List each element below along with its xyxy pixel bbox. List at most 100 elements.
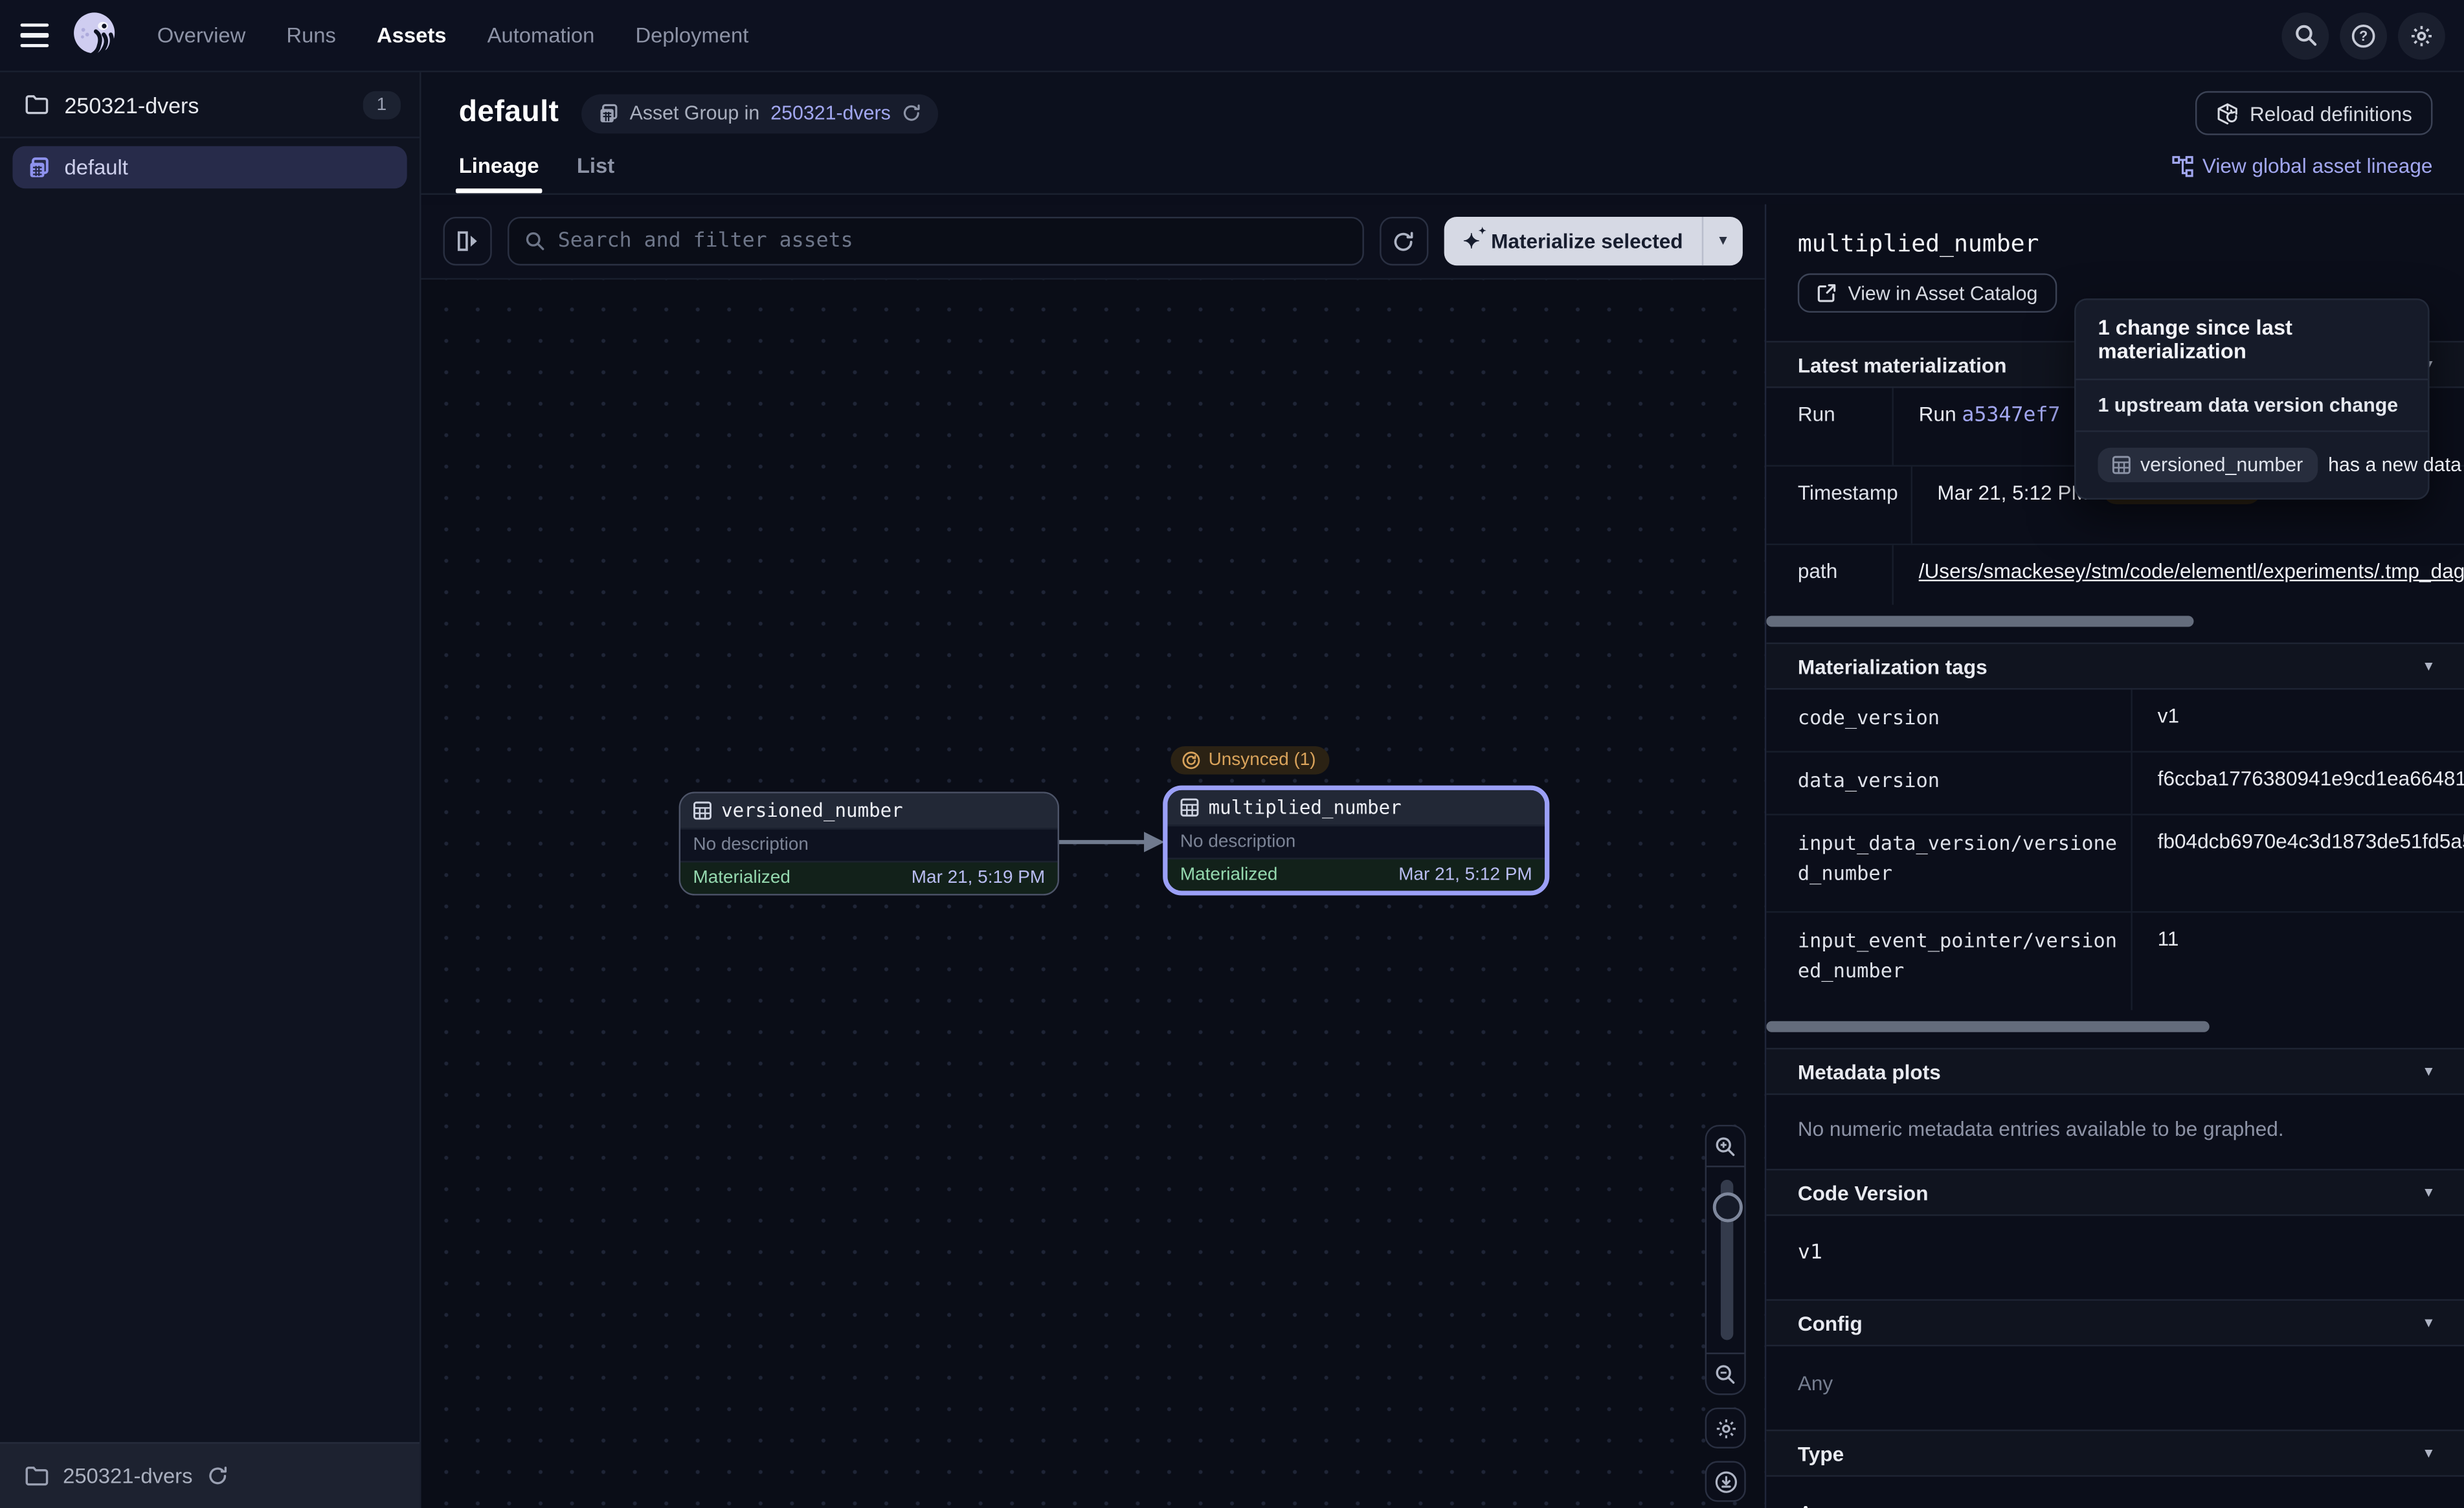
chevron-down-icon[interactable]: ▾ <box>2425 1314 2432 1331</box>
asset-node-title: versioned_number <box>721 799 903 821</box>
settings-gear-icon[interactable] <box>2398 12 2445 59</box>
code-location-link[interactable]: 250321-dvers <box>770 102 891 124</box>
sidebar-code-location[interactable]: 250321-dvers 1 <box>0 72 420 139</box>
section-heading: Config <box>1798 1311 1863 1335</box>
asset-node-title: multiplied_number <box>1209 797 1402 819</box>
section-heading: Metadata plots <box>1798 1059 1941 1083</box>
row-key: data_version <box>1766 753 2131 814</box>
search-input[interactable] <box>558 229 1347 252</box>
table-row: path /Users/smackesey/stm/code/elementl/… <box>1766 545 2464 604</box>
run-prefix: Run <box>1919 402 1962 425</box>
zoom-controls <box>1705 1125 1746 1395</box>
refresh-icon[interactable] <box>902 104 921 122</box>
asset-group-badge-text: Asset Group in <box>630 102 760 124</box>
refresh-icon[interactable] <box>207 1466 227 1487</box>
asset-search <box>508 217 1364 265</box>
search-icon <box>525 231 546 252</box>
folder-icon <box>25 1466 49 1487</box>
graph-settings-gear-icon[interactable] <box>1705 1408 1746 1448</box>
page-header: default Asset Group in 250321-dvers Relo… <box>421 72 2464 195</box>
tab-list[interactable]: List <box>577 154 614 194</box>
code-location-label: 250321-dvers <box>65 92 199 117</box>
sidebar-footer-location[interactable]: 250321-dvers <box>0 1442 420 1508</box>
section-metadata-plots[interactable]: Metadata plots ▾ <box>1766 1048 2464 1095</box>
table-row: input_event_pointer/versioned_number 11 <box>1766 913 2464 1010</box>
horizontal-scrollbar[interactable] <box>1766 616 2464 627</box>
sparkle-icon: ✦ <box>1463 231 1480 252</box>
config-value: Any <box>1766 1346 2464 1430</box>
zoom-in-icon[interactable] <box>1707 1126 1744 1167</box>
chevron-down-icon[interactable]: ▾ <box>2425 1063 2432 1080</box>
row-key: input_event_pointer/versioned_number <box>1766 913 2131 1010</box>
row-key: Timestamp <box>1766 467 1910 544</box>
dagster-logo-icon[interactable] <box>69 8 123 62</box>
row-key: code_version <box>1766 690 2131 751</box>
footer-location-label: 250321-dvers <box>63 1464 192 1487</box>
nav-deployment[interactable]: Deployment <box>636 23 749 47</box>
zoom-slider-handle[interactable] <box>1712 1192 1742 1222</box>
asset-count-badge: 1 <box>363 91 401 119</box>
changes-popover: 1 change since last materialization 1 up… <box>2074 298 2430 500</box>
table-icon <box>1180 798 1199 817</box>
nav-automation[interactable]: Automation <box>487 23 595 47</box>
row-key: path <box>1766 545 1892 604</box>
zoom-out-icon[interactable] <box>1707 1353 1744 1393</box>
horizontal-scrollbar[interactable] <box>1766 1021 2464 1032</box>
row-key: input_data_version/versioned_number <box>1766 815 2131 911</box>
page-title: default <box>459 96 559 130</box>
app-root: Overview Runs Assets Automation Deployme… <box>0 0 2464 1508</box>
asset-node-description: No description <box>1180 832 1295 851</box>
asset-pill-versioned-number[interactable]: versioned_number <box>2098 448 2317 482</box>
view-in-asset-catalog-button[interactable]: View in Asset Catalog <box>1798 273 2057 313</box>
nav-assets[interactable]: Assets <box>377 23 446 47</box>
menu-icon[interactable] <box>0 0 69 71</box>
help-icon[interactable]: ? <box>2340 12 2387 59</box>
materialization-tags-table: code_version v1 data_version f6ccba17763… <box>1766 690 2464 1010</box>
graph-toolbar: ✦ Materialize selected ▾ <box>421 205 1765 280</box>
expand-panel-icon[interactable] <box>443 217 491 265</box>
tab-bar: Lineage List View global asset lineage <box>421 135 2464 195</box>
refresh-graph-icon[interactable] <box>1380 217 1428 265</box>
sidebar-item-label: default <box>65 155 128 179</box>
folder-icon <box>25 94 49 115</box>
asset-node-multiplied-number[interactable]: multiplied_number No description Materia… <box>1163 786 1549 896</box>
nav-overview[interactable]: Overview <box>157 23 246 47</box>
section-materialization-tags[interactable]: Materialization tags ▾ <box>1766 643 2464 690</box>
row-value: 11 <box>2131 913 2464 1010</box>
reload-definitions-button[interactable]: Reload definitions <box>2195 91 2432 135</box>
popover-message: has a new data version <box>2328 454 2464 476</box>
table-row: data_version f6ccba1776380941e9cd1ea6648… <box>1766 753 2464 815</box>
materialize-selected-button[interactable]: ✦ Materialize selected ▾ <box>1444 217 1743 265</box>
search-icon[interactable] <box>2281 12 2329 59</box>
asset-pill-label: versioned_number <box>2140 454 2303 476</box>
chevron-down-icon[interactable]: ▾ <box>2425 1184 2432 1201</box>
download-image-icon[interactable] <box>1705 1461 1746 1502</box>
sync-status-icon <box>1182 751 1200 770</box>
materialize-dropdown-caret[interactable]: ▾ <box>1702 217 1743 265</box>
chevron-down-icon[interactable]: ▾ <box>2425 1445 2432 1462</box>
path-link[interactable]: /Users/smackesey/stm/code/elementl/exper… <box>1919 559 2464 582</box>
run-id-link[interactable]: a5347ef7 <box>1962 404 2060 427</box>
table-row: input_data_version/versioned_number fb04… <box>1766 815 2464 913</box>
section-heading: Latest materialization <box>1798 353 2007 376</box>
section-heading: Type <box>1798 1441 1844 1465</box>
lineage-canvas[interactable]: Unsynced (1) versioned_number No descrip… <box>421 280 1765 1508</box>
row-value: f6ccba1776380941e9cd1ea66481d <box>2131 753 2464 814</box>
caret-down-icon: ▾ <box>1719 232 1727 250</box>
sidebar-item-default[interactable]: default <box>12 146 407 189</box>
section-config[interactable]: Config ▾ <box>1766 1299 2464 1346</box>
view-global-asset-lineage-link[interactable]: View global asset lineage <box>2171 154 2432 194</box>
asset-node-versioned-number[interactable]: versioned_number No description Material… <box>679 792 1059 895</box>
popover-detail: versioned_number has a new data version <box>2076 432 2428 498</box>
section-type[interactable]: Type ▾ <box>1766 1430 2464 1477</box>
app-bar: Overview Runs Assets Automation Deployme… <box>0 0 2464 72</box>
metadata-plots-empty-text: No numeric metadata entries available to… <box>1766 1095 2464 1169</box>
chevron-down-icon[interactable]: ▾ <box>2425 658 2432 675</box>
zoom-slider[interactable] <box>1707 1167 1744 1352</box>
unsynced-badge[interactable]: Unsynced (1) <box>1170 746 1330 775</box>
materialize-selected-label: Materialize selected <box>1491 229 1683 252</box>
tab-lineage[interactable]: Lineage <box>459 154 539 194</box>
nav-runs[interactable]: Runs <box>286 23 335 47</box>
popover-title: 1 change since last materialization <box>2076 300 2428 381</box>
section-code-version[interactable]: Code Version ▾ <box>1766 1169 2464 1216</box>
